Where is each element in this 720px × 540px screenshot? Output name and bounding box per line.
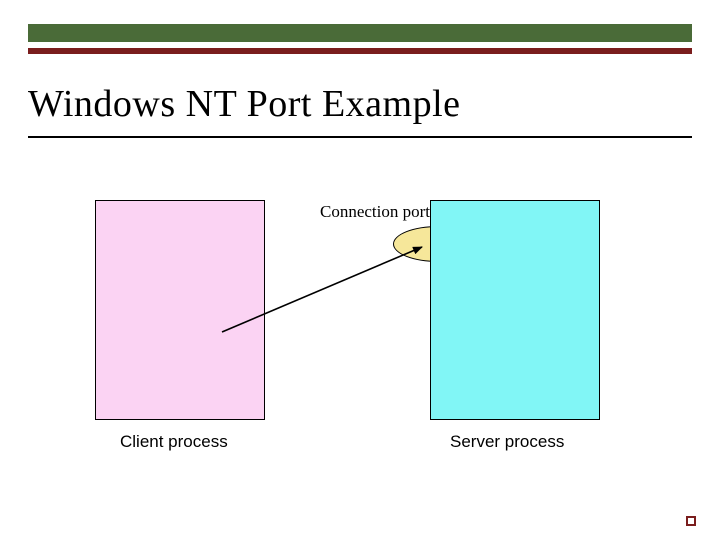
server-process-caption: Server process: [450, 432, 564, 452]
connection-port-label: Connection port: [320, 202, 430, 222]
client-process-box: [95, 200, 265, 420]
server-process-box: [430, 200, 600, 420]
diagram-canvas: Connection port Client process Server pr…: [0, 0, 720, 540]
slide-corner-marker-icon: [686, 516, 696, 526]
client-process-caption: Client process: [120, 432, 228, 452]
